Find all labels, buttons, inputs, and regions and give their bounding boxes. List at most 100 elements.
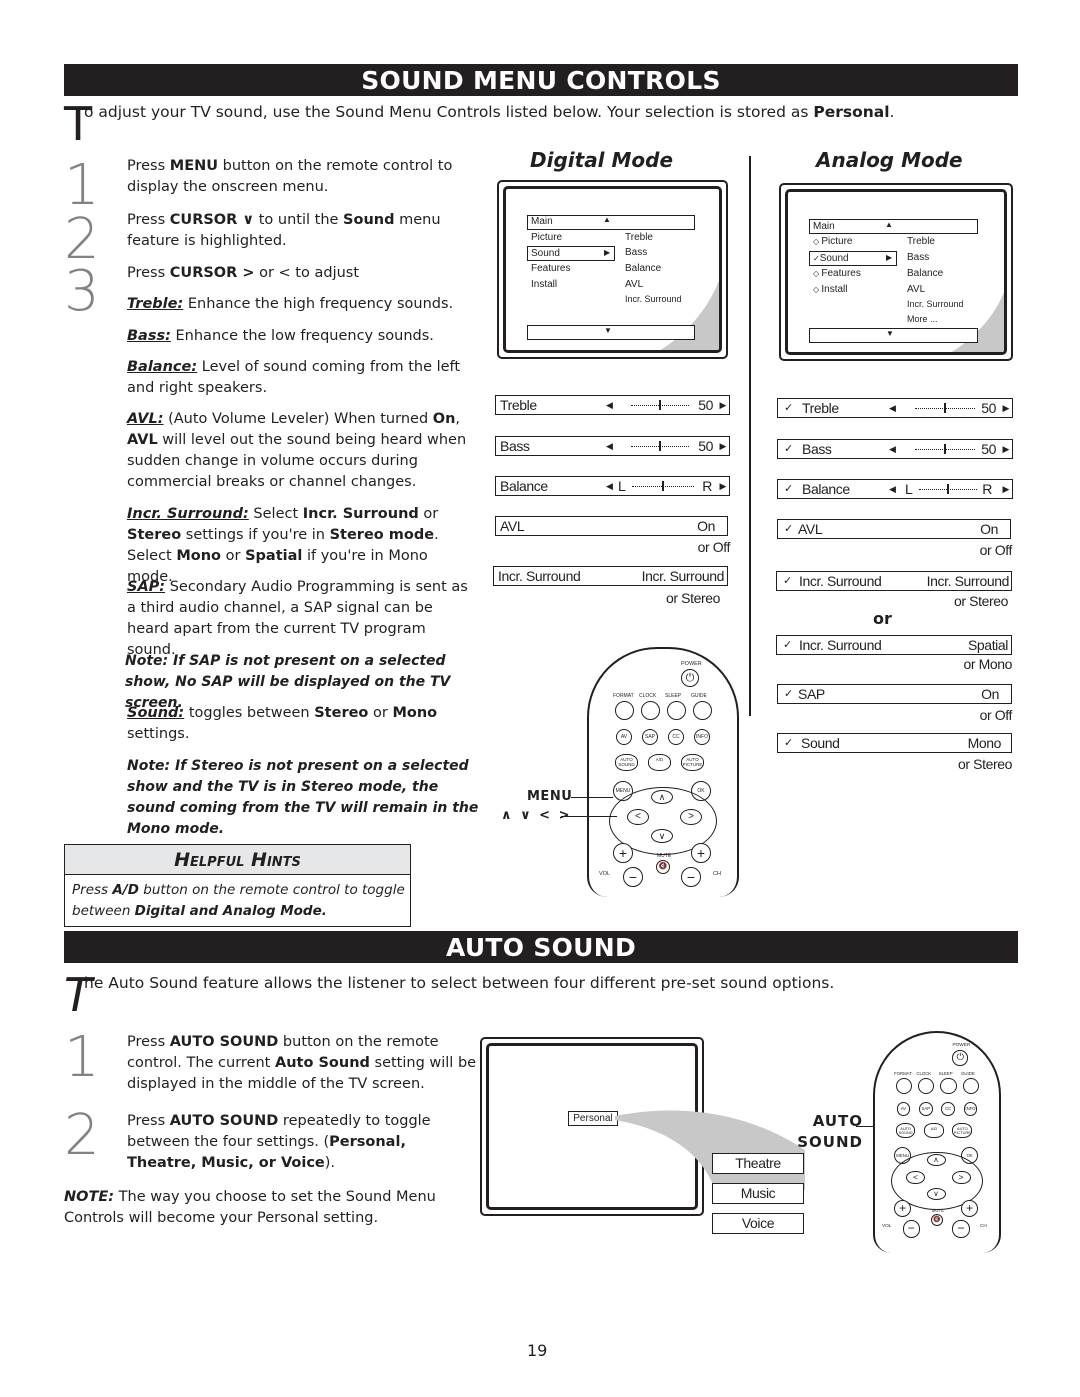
remote-button-guide[interactable] (962, 1077, 980, 1095)
osd-balance[interactable]: Balance ◀ L R ▶ (495, 476, 730, 496)
menu-footer[interactable]: ▼ (809, 328, 978, 343)
mute-button[interactable]: 🔇 (656, 860, 670, 874)
slider-thumb[interactable] (659, 400, 661, 410)
intro-body: o adjust your TV sound, use the Sound Me… (84, 103, 814, 121)
osd-avl[interactable]: AVL On (495, 516, 728, 536)
remote-button-auto-sound[interactable]: AUTO SOUND (895, 1123, 916, 1138)
slider-thumb[interactable] (662, 481, 664, 491)
remote-button-cc[interactable]: CC (668, 729, 684, 745)
auto-step-1-text: Press AUTO SOUND button on the remote co… (127, 1034, 477, 1092)
sound-menu-controls-banner: SOUND MENU CONTROLS (64, 64, 1018, 96)
menu-item-sound-selected[interactable]: ✓Sound ▶ (809, 251, 897, 266)
mute-button[interactable]: 🔇 (930, 1214, 943, 1227)
remote-button-a-d[interactable]: A/D (924, 1123, 944, 1138)
option-music[interactable]: Music (712, 1183, 804, 1204)
remote-button-auto-sound[interactable]: AUTO SOUND (615, 754, 638, 771)
remote-button-auto-picture[interactable]: AUTO PICTURE (681, 754, 704, 771)
cursor-left-button[interactable]: < (627, 809, 649, 825)
submenu-item[interactable]: Balance (907, 268, 943, 279)
remote-button-av[interactable]: AV (616, 729, 632, 745)
menu-item-install[interactable]: ◇ Install (813, 284, 848, 295)
osd-treble[interactable]: ✓ Treble ◀ 50 ▶ (777, 398, 1013, 418)
cursor-right-button[interactable]: > (680, 809, 702, 825)
remote-button-sleep[interactable] (667, 701, 686, 720)
channel-up-button[interactable]: + (961, 1199, 979, 1218)
cursor-down-button[interactable]: ∨ (651, 829, 673, 843)
osd-bass[interactable]: ✓ Bass ◀ 50 ▶ (777, 439, 1013, 459)
osd-incr-surround[interactable]: ✓ Incr. Surround Incr. Surround (776, 571, 1012, 591)
channel-down-button[interactable]: − (681, 867, 701, 887)
osd-incr-surround[interactable]: Incr. Surround Incr. Surround (493, 566, 728, 586)
remote-button-format[interactable] (895, 1077, 913, 1095)
menu-item-picture[interactable]: ◇ Picture (813, 236, 853, 247)
channel-up-button[interactable]: + (691, 843, 711, 863)
bass-definition: Bass: Enhance the low frequency sounds. (127, 328, 434, 344)
submenu-item[interactable]: Bass (625, 247, 647, 258)
option-voice[interactable]: Voice (712, 1213, 804, 1234)
cursor-right-button[interactable]: > (951, 1170, 971, 1185)
submenu-item-more[interactable]: More ... (907, 314, 938, 324)
menu-item-install[interactable]: Install (531, 279, 557, 290)
menu-item-sound-selected[interactable]: Sound ▶ (527, 246, 615, 261)
remote-button-auto-picture[interactable]: AUTO PICTURE (952, 1123, 973, 1138)
analog-mode-title: Analog Mode (816, 148, 963, 172)
osd-balance[interactable]: ✓ Balance ◀ L R ▶ (777, 479, 1013, 499)
remote-button-sleep[interactable] (940, 1077, 957, 1095)
osd-bass[interactable]: Bass ◀ 50 ▶ (495, 436, 730, 456)
osd-avl[interactable]: ✓ AVL On (777, 519, 1011, 539)
remote-button-info[interactable]: INFO (963, 1101, 978, 1116)
submenu-item[interactable]: AVL (625, 279, 643, 290)
remote-button-info[interactable]: INFO (694, 729, 710, 745)
remote-button-clock[interactable] (918, 1077, 935, 1095)
menu-item-picture[interactable]: Picture (531, 232, 562, 243)
remote-button-a-d[interactable]: A/D (648, 754, 671, 771)
submenu-item[interactable]: Incr. Surround (625, 294, 682, 304)
remote-button-guide[interactable] (693, 701, 712, 720)
channel-down-button[interactable]: − (952, 1220, 970, 1238)
osd-treble[interactable]: Treble ◀ 50 ▶ (495, 395, 730, 415)
remote-button-av[interactable]: AV (896, 1101, 911, 1116)
cursor-left-button[interactable]: < (906, 1170, 925, 1185)
submenu-item[interactable]: Bass (907, 252, 929, 263)
remote-button-cc[interactable]: CC (941, 1101, 956, 1116)
option-theatre[interactable]: Theatre (712, 1153, 804, 1174)
submenu-item[interactable]: Treble (907, 236, 935, 247)
cursor-up-button[interactable]: ∧ (926, 1154, 946, 1167)
slider-thumb[interactable] (947, 484, 949, 494)
submenu-item[interactable]: Incr. Surround (907, 299, 964, 309)
menu-footer[interactable]: ▼ (527, 325, 695, 340)
osd-sound[interactable]: ✓ Sound Mono (777, 733, 1012, 753)
volume-up-button[interactable]: + (894, 1199, 912, 1218)
remote-button-clock[interactable] (641, 701, 660, 720)
osd-alt-value: or Mono (963, 656, 1012, 672)
menu-header-main[interactable]: Main ▲ (809, 219, 978, 234)
menu-header-main[interactable]: Main ▲ (527, 215, 695, 230)
slider-thumb[interactable] (944, 444, 946, 454)
submenu-item[interactable]: Balance (625, 263, 661, 274)
osd-incr-surround-mono[interactable]: ✓ Incr. Surround Spatial (776, 635, 1012, 655)
osd-alt-value: or Off (979, 542, 1013, 558)
volume-up-button[interactable]: + (613, 843, 633, 863)
osd-sap[interactable]: ✓ SAP On (777, 684, 1012, 704)
osd-label: AVL (500, 518, 525, 534)
step-1-text: Press MENU button on the remote control … (127, 158, 453, 195)
volume-down-button[interactable]: − (623, 867, 643, 887)
mute-label: MUTE (657, 853, 672, 859)
slider-thumb[interactable] (659, 441, 661, 451)
osd-label: Incr. Surround (799, 573, 882, 589)
button-label: CLOCK (916, 1070, 932, 1076)
power-button[interactable]: ⏻ (681, 669, 699, 687)
cursor-up-button[interactable]: ∧ (651, 790, 673, 804)
remote-button-sap[interactable]: SAP (642, 729, 658, 745)
menu-item-features[interactable]: ◇ Features (813, 268, 861, 279)
menu-item-features[interactable]: Features (531, 263, 570, 274)
cursor-down-button[interactable]: ∨ (926, 1187, 946, 1200)
volume-down-button[interactable]: − (902, 1220, 920, 1238)
submenu-item[interactable]: Treble (625, 232, 653, 243)
right-arrow-icon: ▶ (1002, 484, 1009, 494)
slider-thumb[interactable] (944, 403, 946, 413)
remote-button-sap[interactable]: SAP (918, 1101, 933, 1116)
remote-button-format[interactable] (615, 701, 634, 720)
power-button[interactable]: ⏻ (952, 1050, 968, 1066)
submenu-item[interactable]: AVL (907, 284, 925, 295)
